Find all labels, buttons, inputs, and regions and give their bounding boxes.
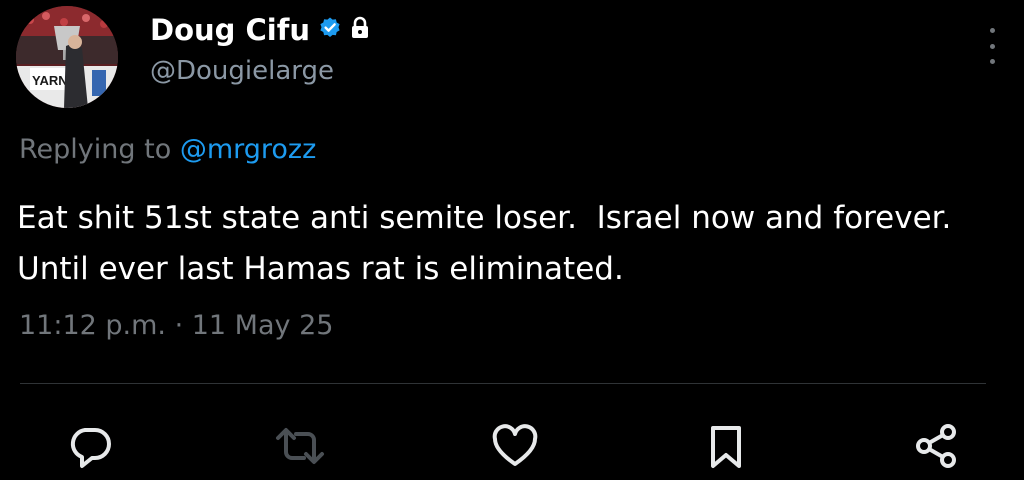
more-dot-icon bbox=[989, 43, 995, 49]
comment-icon bbox=[64, 420, 116, 472]
tweet-timestamp[interactable]: 11:12 p.m. · 11 May 25 bbox=[19, 310, 333, 341]
author-name-row[interactable]: Doug Cifu bbox=[150, 13, 370, 47]
repost-button[interactable] bbox=[270, 420, 330, 472]
lock-icon bbox=[350, 13, 370, 47]
avatar[interactable]: YARN bbox=[16, 6, 118, 108]
like-button[interactable] bbox=[485, 420, 545, 472]
reply-button[interactable] bbox=[60, 420, 120, 472]
more-dot-icon bbox=[989, 59, 995, 64]
share-button[interactable] bbox=[906, 420, 966, 472]
tweet-text: Eat shit 51st state anti semite loser. I… bbox=[17, 200, 972, 287]
reply-context: Replying to @mrgrozz bbox=[19, 134, 316, 165]
avatar-photo: YARN bbox=[16, 6, 118, 108]
author-display-name[interactable]: Doug Cifu bbox=[150, 13, 310, 47]
share-icon bbox=[910, 420, 962, 472]
heart-icon bbox=[489, 420, 541, 472]
bookmark-icon bbox=[700, 420, 752, 472]
bookmark-button[interactable] bbox=[696, 420, 756, 472]
avatar-banner-text: YARN bbox=[32, 73, 68, 88]
author-handle[interactable]: @Dougielarge bbox=[150, 56, 334, 86]
more-dot-icon bbox=[989, 28, 995, 33]
divider bbox=[20, 383, 986, 384]
verified-badge-icon bbox=[318, 13, 342, 47]
reply-mention-link[interactable]: @mrgrozz bbox=[180, 134, 316, 165]
repost-icon bbox=[272, 420, 328, 472]
more-options-button[interactable] bbox=[976, 26, 1008, 66]
reply-prefix: Replying to bbox=[19, 134, 180, 165]
